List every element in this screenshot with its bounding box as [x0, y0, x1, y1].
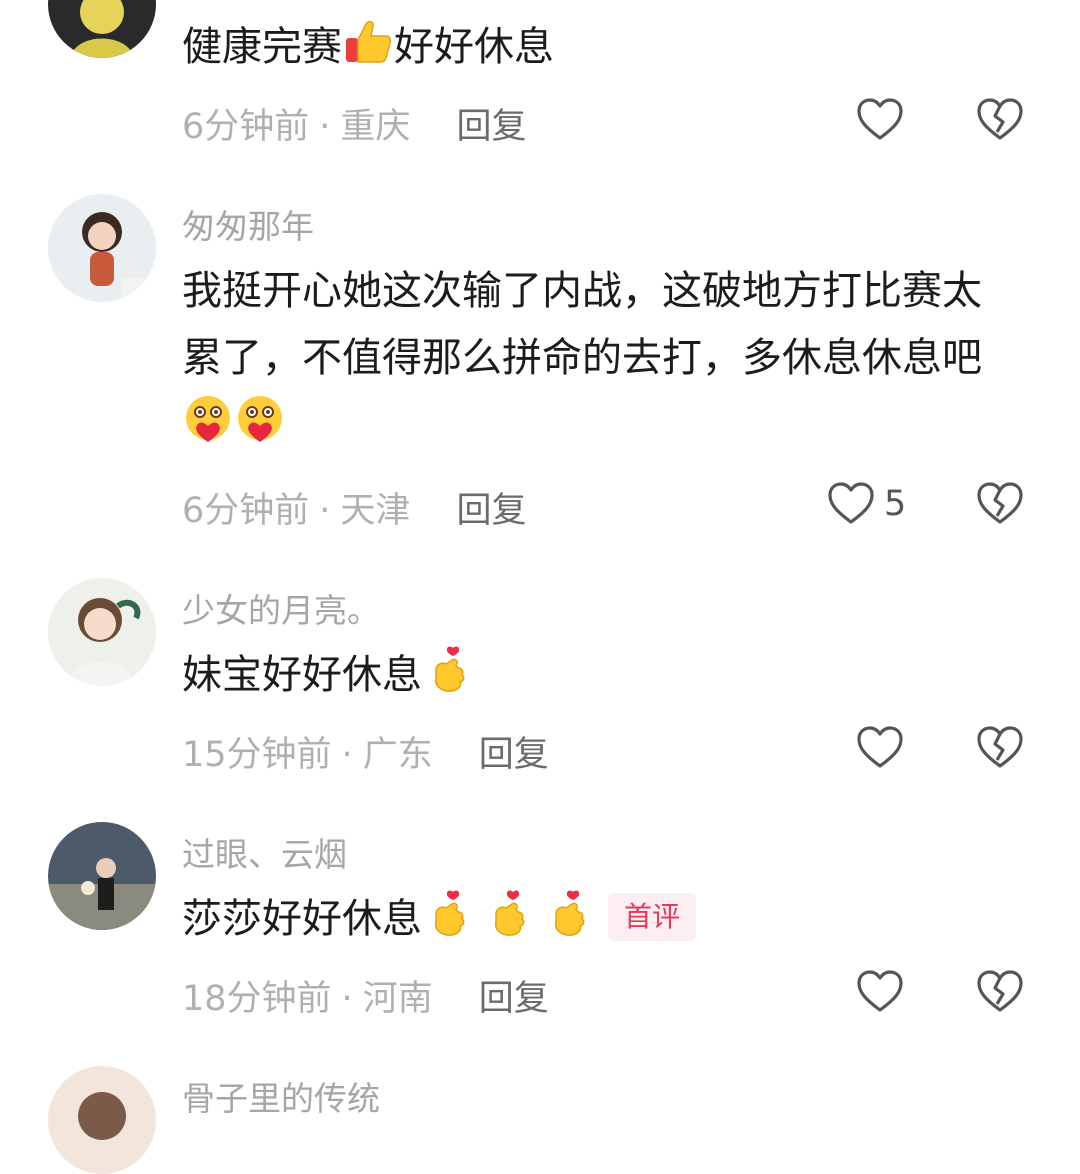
finger-heart-emoji: [422, 644, 474, 696]
comment-time: 6分钟前: [182, 491, 310, 531]
avatar[interactable]: [48, 822, 156, 930]
like-count: 5: [884, 484, 907, 524]
finger-heart-emoji: [422, 888, 474, 940]
comment-username[interactable]: 骨子里的传统: [182, 1072, 380, 1120]
avatar[interactable]: [48, 194, 156, 302]
avatar[interactable]: [48, 0, 156, 58]
heart-outline-icon[interactable]: [855, 95, 905, 145]
comment-location: 天津: [340, 491, 411, 531]
comment-text: 健康完赛 好好休息: [182, 14, 1012, 81]
first-comment-badge: 首评: [608, 893, 697, 941]
avatar[interactable]: [48, 1066, 156, 1174]
heart-outline-icon[interactable]: [855, 967, 905, 1017]
reply-button[interactable]: 回复: [479, 735, 549, 775]
broken-heart-icon[interactable]: [975, 479, 1025, 529]
comment-location: 河南: [362, 979, 433, 1019]
reply-button[interactable]: 回复: [456, 491, 526, 531]
comment-time: 6分钟前: [182, 107, 310, 147]
comment-time: 15分钟前: [182, 735, 332, 775]
meta-separator: ·: [319, 491, 331, 531]
comment-meta: 6分钟前 · 天津 回复: [182, 482, 526, 533]
comment-time: 18分钟前: [182, 979, 332, 1019]
broken-heart-icon[interactable]: [975, 723, 1025, 773]
comment-location: 重庆: [340, 107, 411, 147]
comment-text: 妹宝好好休息: [182, 642, 1012, 709]
reply-button[interactable]: 回复: [456, 107, 526, 147]
comment-meta: 18分钟前 · 河南 回复: [182, 970, 549, 1021]
heart-outline-icon[interactable]: [855, 723, 905, 773]
smiling-face-with-heart-emoji: [182, 394, 234, 446]
thumbs-up-emoji: [342, 16, 394, 68]
meta-separator: ·: [319, 107, 331, 147]
heart-outline-icon[interactable]: [826, 479, 876, 529]
broken-heart-icon[interactable]: [975, 95, 1025, 145]
comment-meta: 6分钟前 · 重庆 回复: [182, 98, 526, 149]
comment-username[interactable]: 匆匆那年: [182, 200, 314, 248]
broken-heart-icon[interactable]: [975, 967, 1025, 1017]
comment-text: 莎莎好好休息 首评: [182, 886, 1012, 953]
comment-location: 广东: [362, 735, 433, 775]
finger-heart-emoji: [542, 888, 594, 940]
comment-text: 我挺开心她这次输了内战，这破地方打比赛太累了，不值得那么拼命的去打，多休息休息吧: [182, 258, 1012, 459]
meta-separator: ·: [341, 735, 353, 775]
reply-button[interactable]: 回复: [479, 979, 549, 1019]
smiling-face-with-heart-emoji: [234, 394, 286, 446]
finger-heart-emoji: [482, 888, 534, 940]
comment-username[interactable]: 过眼、云烟: [182, 828, 347, 876]
meta-separator: ·: [341, 979, 353, 1019]
comment-username[interactable]: 少女的月亮。: [182, 584, 380, 632]
avatar[interactable]: [48, 578, 156, 686]
comment-meta: 15分钟前 · 广东 回复: [182, 726, 549, 777]
